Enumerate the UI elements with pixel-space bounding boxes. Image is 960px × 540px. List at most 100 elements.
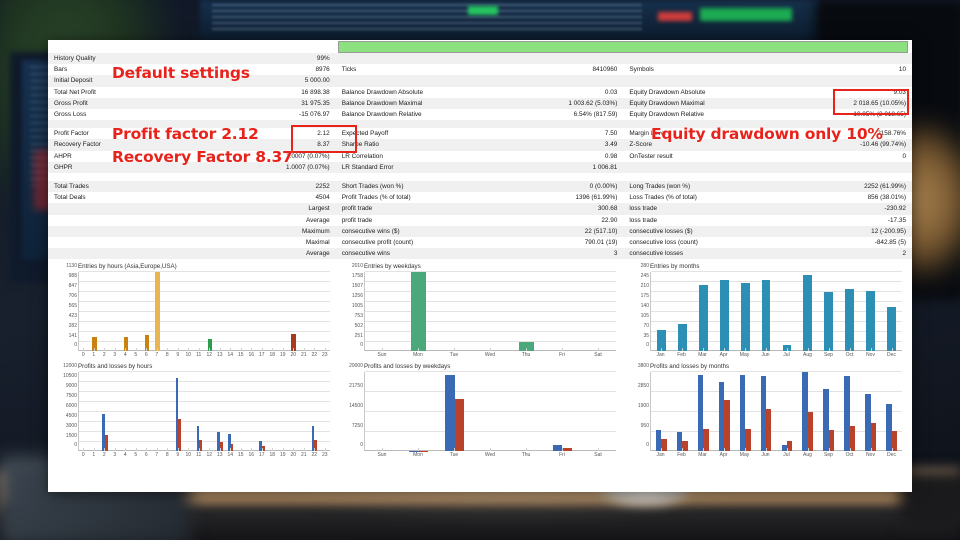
top-monitor-green-marker xyxy=(468,6,498,15)
stat-value: 0.98 xyxy=(604,152,618,160)
x-axis-tick-label: 15 xyxy=(237,352,244,359)
y-axis-tick-label: 14500 xyxy=(349,402,363,409)
chart-bar xyxy=(866,290,875,352)
x-axis-tick-label: Mon xyxy=(413,452,423,459)
x-axis-tick xyxy=(114,448,116,452)
x-axis-tick-label: 11 xyxy=(196,452,202,459)
chart-bar-losses xyxy=(849,425,856,452)
y-axis-tick-label: 2010 xyxy=(351,263,363,270)
x-axis-tick xyxy=(660,348,662,352)
x-axis-tick xyxy=(114,348,116,352)
chart-bar-losses xyxy=(870,423,877,452)
charts-area: Entries by hours (Asia,Europe,USA) 0 141 28… xyxy=(48,259,912,463)
chart-entries-by-hours: Entries by hours (Asia,Europe,USA) 0 141 28… xyxy=(56,263,332,363)
y-axis-tick-label: 70 xyxy=(643,322,649,329)
x-axis-tick xyxy=(125,448,127,452)
x-axis-tick xyxy=(807,348,809,352)
top-monitor-red-marker xyxy=(658,12,692,21)
x-axis-tick xyxy=(526,348,527,352)
x-axis-tick-label: 16 xyxy=(248,452,255,459)
stat-label: Total Trades xyxy=(48,181,226,193)
stat-value: 22.90 xyxy=(601,216,618,224)
x-axis-tick xyxy=(681,348,683,352)
progress-bar-row xyxy=(48,40,912,53)
x-axis-tick-label: Jul xyxy=(783,352,790,359)
x-axis-tick-label: 5 xyxy=(134,352,138,359)
stat-label: consecutive wins ($) xyxy=(335,225,513,238)
x-axis-tick-label: Sun xyxy=(377,352,387,359)
chart-bars xyxy=(79,372,330,452)
stat-value: 3 xyxy=(512,248,624,260)
x-axis-tick xyxy=(490,448,491,452)
stat-label: consecutive losses xyxy=(623,248,801,260)
chart-plot-area: 0 1500 3000 4500 6000 7500 9000 10500 12000 xyxy=(63,363,330,452)
x-axis-tick-label: Jan xyxy=(656,352,665,359)
x-axis-tick xyxy=(188,348,190,352)
x-axis-tick-label: Mon xyxy=(413,352,423,359)
chart-entries-by-months: Entries by months 0 35 70 105 140 175 210 245 280… xyxy=(628,263,904,363)
stat-value: 12 (-200.95) xyxy=(800,225,912,238)
x-axis-tick-label: Wed xyxy=(484,352,496,359)
stat-label xyxy=(335,173,513,182)
x-axis-tick xyxy=(177,448,179,452)
stat-value xyxy=(800,75,912,87)
chart-plot-area: 0 7250 14500 21750 29000 xyxy=(349,363,616,452)
charts-row-profits: Profits and losses by hours 0 1500 3000 4500… xyxy=(56,363,904,463)
chart-bar-losses xyxy=(661,439,667,452)
x-axis-tick xyxy=(272,348,274,352)
stat-value: 1396 (61.99%) xyxy=(575,194,618,202)
table-row: Total Trades 2252 Short Trades (won %) 0 (0… xyxy=(48,181,912,193)
x-axis-tick xyxy=(240,448,242,452)
y-axis-tick-label: 2850 xyxy=(637,383,649,390)
x-axis-tick xyxy=(83,448,85,452)
stat-label xyxy=(623,53,801,65)
stat-label xyxy=(48,215,225,226)
stat-label: LR Standard Error xyxy=(335,161,513,174)
x-axis-tick-label: Jul xyxy=(783,452,790,459)
stat-label: Total Net Profit xyxy=(54,88,96,96)
y-axis-tick-label: 1005 xyxy=(351,302,363,309)
stat-value xyxy=(512,75,624,87)
y-axis-tick-label: 502 xyxy=(354,322,363,329)
chart-bar xyxy=(761,280,771,352)
chart-bar-losses xyxy=(766,408,772,452)
x-axis: 0 1 2 3 4 5 6 7 8 9 10 11 12 13 14 15 16 17 18 19 20 21 22 23 xyxy=(78,448,330,463)
x-axis-tick xyxy=(282,448,284,452)
y-axis-tick-label: 140 xyxy=(640,302,649,309)
stat-label xyxy=(48,225,226,238)
x-axis: Sun Mon Tue Wed Thu Fri Sat xyxy=(364,448,616,463)
x-axis-tick-label: 20 xyxy=(290,452,297,459)
stat-value: 2252 (61.99%) xyxy=(800,181,912,193)
x-axis-tick xyxy=(723,448,725,452)
stat-value: 0.03 xyxy=(604,88,618,96)
table-row: Average consecutive wins 3 consecutive loss… xyxy=(48,248,912,260)
stat-label: Sharpe Ratio xyxy=(335,139,513,151)
x-axis-tick xyxy=(418,448,419,452)
stat-value: 99% xyxy=(225,53,336,65)
x-axis-tick xyxy=(490,348,491,352)
x-axis-tick xyxy=(870,348,872,352)
stat-value: 16 898.38 xyxy=(301,88,330,96)
chart-bar xyxy=(155,272,160,352)
x-axis-tick xyxy=(891,448,893,452)
x-axis-tick xyxy=(198,348,200,352)
x-axis-tick-label: 6 xyxy=(144,452,148,459)
stat-label: LR Correlation xyxy=(341,152,383,160)
x-axis-tick xyxy=(209,348,211,352)
x-axis-tick xyxy=(744,348,746,352)
x-axis-tick-label: Feb xyxy=(677,352,686,359)
x-axis-tick-label: Apr xyxy=(719,452,728,459)
y-axis-tick-label: 9000 xyxy=(65,383,77,390)
x-axis-tick xyxy=(104,448,106,452)
x-axis-tick-label: 13 xyxy=(216,352,223,359)
x-axis-tick-label: Fri xyxy=(559,352,565,359)
x-axis: 0 1 2 3 4 5 6 7 8 9 10 11 12 13 14 15 16 17 18 19 20 21 22 23 xyxy=(78,348,330,363)
y-axis-tick-label: 706 xyxy=(68,293,77,300)
x-axis-tick xyxy=(219,348,221,352)
stat-label: Expected Payoff xyxy=(341,130,389,138)
y-axis-tick-label: 950 xyxy=(640,422,649,429)
y-axis-tick-label: 1130 xyxy=(66,263,77,270)
stat-value: Average xyxy=(306,216,330,224)
x-axis-tick-label: 12 xyxy=(206,452,213,459)
y-axis-tick-label: 280 xyxy=(640,263,649,270)
